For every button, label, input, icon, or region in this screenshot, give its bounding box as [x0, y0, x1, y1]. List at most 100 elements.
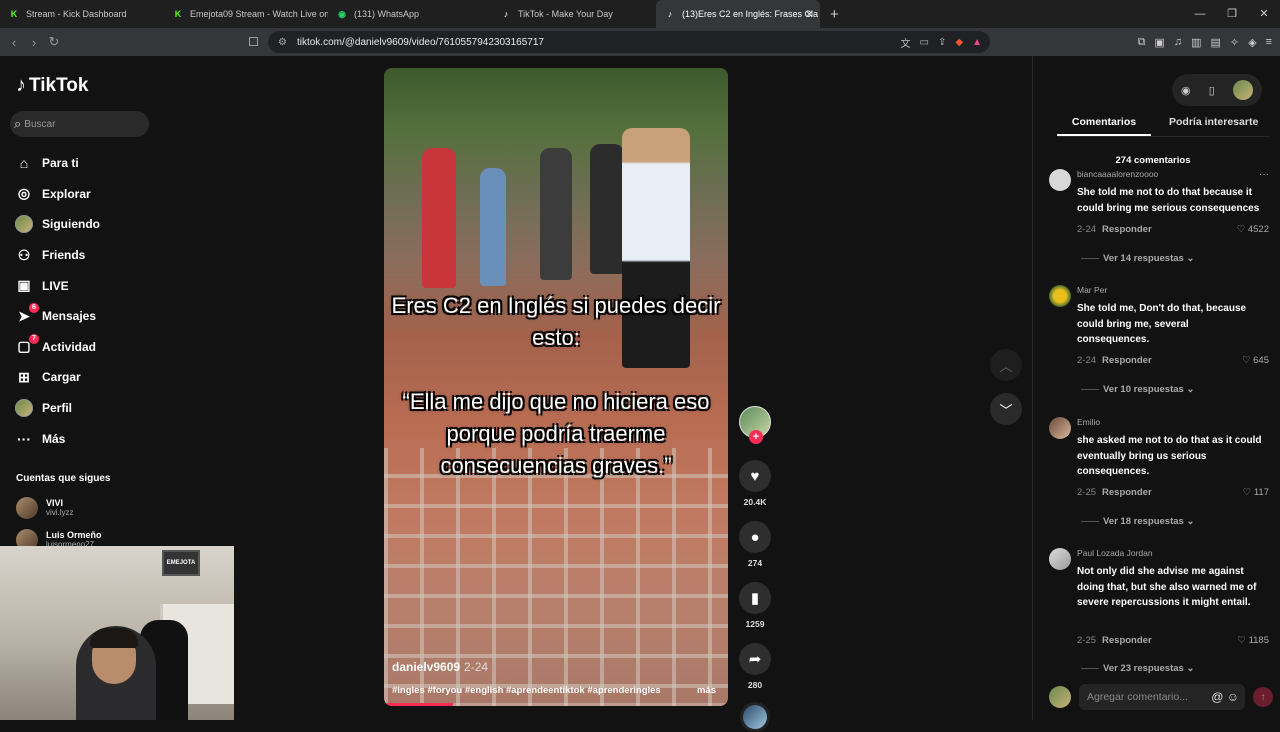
video-hashtags[interactable]: #ingles #foryou #english #aprendeentikto…	[392, 685, 661, 696]
comment-user[interactable]: Mar Per	[1077, 285, 1107, 295]
extensions-icon[interactable]: ⧉	[1138, 36, 1146, 49]
avatar	[16, 497, 38, 519]
sidebar-nav: ⌂ Para ti ◎ Explorar Siguiendo ⚇ Friends ▣ L…	[14, 148, 100, 454]
comment-user[interactable]: Emilio	[1077, 417, 1100, 427]
comment-like-button[interactable]: ♡ 4522	[1237, 224, 1269, 235]
save-button[interactable]: ▮ 1259	[738, 582, 772, 629]
more-options-icon[interactable]: ···	[1259, 169, 1269, 180]
new-tab-button[interactable]: +	[820, 6, 849, 23]
sidebar-item-perfil[interactable]: Perfil	[14, 393, 100, 424]
user-avatar[interactable]	[1232, 80, 1253, 100]
send-comment-button[interactable]: ↑	[1253, 687, 1273, 707]
wallet-icon[interactable]: ▤	[1210, 36, 1220, 49]
address-bar: ‹ › ↻ ☐ ⚙ tiktok.com/@danielv9609/video/…	[0, 28, 1280, 56]
messages-badge: 6	[29, 302, 39, 313]
progress-fill	[384, 703, 453, 706]
avatar[interactable]	[1049, 169, 1071, 191]
sidebar-item-siguiendo[interactable]: Siguiendo	[14, 209, 100, 240]
avatar[interactable]	[1049, 548, 1071, 570]
browser-tab[interactable]: ◉ (131) WhatsApp	[328, 0, 492, 28]
sidebar-item-mas[interactable]: ··· Más	[14, 423, 100, 454]
vpn-icon[interactable]: ◈	[1248, 36, 1256, 49]
restore-icon[interactable]: ❐	[1216, 0, 1248, 28]
creator-avatar[interactable]: +	[739, 406, 771, 444]
sidebar-item-mensajes[interactable]: ➤ 6 Mensajes	[14, 301, 100, 332]
view-replies-button[interactable]: Ver 10 respuestas ⌄	[1081, 384, 1194, 395]
browser-tab[interactable]: K Stream - Kick Dashboard	[0, 0, 164, 28]
like-button[interactable]: ♥ 20.4K	[738, 460, 772, 507]
coin-icon[interactable]: ◉	[1181, 84, 1191, 97]
comment-like-button[interactable]: ♡ 117	[1243, 487, 1269, 498]
video-author[interactable]: danielv9609 2-24	[392, 660, 488, 674]
brave-shield-icon[interactable]: ◆	[955, 37, 963, 48]
leo-icon[interactable]: ✧	[1230, 36, 1239, 49]
video-player[interactable]: Eres C2 en Inglés si puedes decir esto: …	[384, 68, 728, 706]
comment-input[interactable]: Agregar comentario... @ ☺	[1079, 684, 1245, 710]
previous-video-button[interactable]: ︿	[990, 349, 1022, 381]
cast-icon[interactable]: ▭	[920, 37, 929, 48]
next-video-button[interactable]: ﹀	[990, 393, 1022, 425]
live-icon: ▣	[17, 277, 31, 294]
share-button[interactable]: ➦ 280	[738, 643, 772, 690]
mention-emoji-icons[interactable]: @ ☺	[1211, 690, 1239, 704]
reply-button[interactable]: Responder	[1102, 224, 1152, 235]
streamer-hair	[90, 628, 138, 648]
tab-related[interactable]: Podría interesarte	[1169, 116, 1258, 136]
share-icon[interactable]: ⇪	[938, 37, 946, 48]
comment-button[interactable]: ● 274	[738, 521, 772, 568]
music-disc[interactable]	[740, 702, 770, 732]
avatar[interactable]	[1049, 285, 1071, 307]
view-replies-button[interactable]: Ver 23 respuestas ⌄	[1081, 663, 1194, 674]
media-icon[interactable]: ♫	[1174, 36, 1182, 48]
reload-icon[interactable]: ↻	[44, 34, 64, 50]
translate-icon[interactable]: 文	[901, 35, 911, 50]
sidebar-item-cargar[interactable]: ⊞ Cargar	[14, 362, 100, 393]
comment-date: 2-25	[1077, 635, 1097, 646]
close-tab-icon[interactable]: ✕	[805, 8, 814, 21]
forward-icon[interactable]: ›	[24, 35, 44, 50]
follow-plus-icon[interactable]: +	[749, 430, 763, 444]
sidebar-item-actividad[interactable]: ▢ 7 Actividad	[14, 332, 100, 363]
browser-tab-active[interactable]: ♪ (13)Eres C2 en Inglés: Frases Cla ✕	[656, 0, 820, 28]
comment-count: 274	[747, 558, 763, 568]
rewards-icon[interactable]: ▲	[972, 37, 982, 48]
reply-button[interactable]: Responder	[1102, 635, 1152, 646]
device-icon[interactable]: ▯	[1209, 84, 1215, 97]
chevron-down-icon: ⌄	[1186, 384, 1195, 395]
reply-button[interactable]: Responder	[1102, 487, 1152, 498]
view-replies-button[interactable]: Ver 18 respuestas ⌄	[1081, 516, 1194, 527]
search-input[interactable]: ⌕ Buscar	[10, 111, 149, 137]
replies-label: Ver 18 respuestas	[1103, 516, 1184, 527]
site-settings-icon[interactable]: ⚙	[278, 37, 287, 48]
view-replies-button[interactable]: Ver 14 respuestas ⌄	[1081, 253, 1194, 264]
url-field[interactable]: ⚙ tiktok.com/@danielv9609/video/76105579…	[268, 31, 990, 53]
comment-user[interactable]: biancaaaalorenzoooo	[1077, 169, 1158, 179]
tiktok-logo[interactable]: ♪ TikTok	[16, 74, 88, 97]
comment-like-button[interactable]: ♡ 1185	[1237, 635, 1269, 646]
browser-tab[interactable]: ♪ TikTok - Make Your Day	[492, 0, 656, 28]
bookmark-icon[interactable]: ☐	[248, 28, 259, 56]
sidebar-item-para-ti[interactable]: ⌂ Para ti	[14, 148, 100, 179]
following-account[interactable]: VIVI vivi.lyzz	[16, 497, 74, 519]
more-link[interactable]: más	[697, 685, 716, 696]
avatar[interactable]	[1049, 417, 1071, 439]
minimize-icon[interactable]: —	[1184, 0, 1216, 28]
screenshot-icon[interactable]: ▣	[1154, 36, 1164, 49]
home-icon: ⌂	[19, 155, 29, 172]
comment-like-button[interactable]: ♡ 645	[1242, 355, 1269, 366]
sidebar-item-explorar[interactable]: ◎ Explorar	[14, 179, 100, 210]
tab-comments[interactable]: Comentarios	[1057, 116, 1151, 136]
back-icon[interactable]: ‹	[4, 35, 24, 50]
sidebar-item-friends[interactable]: ⚇ Friends	[14, 240, 100, 271]
menu-icon[interactable]: ≡	[1266, 36, 1272, 48]
browser-tab[interactable]: K Emejota09 Stream - Watch Live on Ki	[164, 0, 328, 28]
close-window-icon[interactable]: ✕	[1248, 0, 1280, 28]
reply-button[interactable]: Responder	[1102, 355, 1152, 366]
sidebar-icon[interactable]: ▥	[1191, 36, 1201, 49]
replies-label: Ver 10 respuestas	[1103, 384, 1184, 395]
comment-item: biancaaaalorenzoooo ··· She told me not …	[1049, 169, 1269, 264]
video-progress-bar[interactable]	[384, 703, 728, 706]
comment-text: she asked me not to do that as it could …	[1077, 435, 1262, 477]
sidebar-item-live[interactable]: ▣ LIVE	[14, 270, 100, 301]
comment-user[interactable]: Paul Lozada Jordan	[1077, 548, 1153, 558]
